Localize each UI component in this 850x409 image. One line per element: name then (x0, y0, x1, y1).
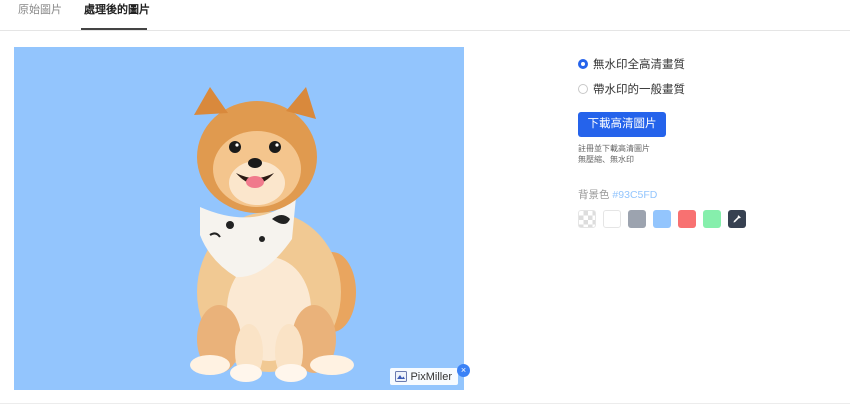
eyedropper-icon (733, 215, 741, 223)
background-hex-value: #93C5FD (612, 189, 658, 201)
download-note-line1: 註冊並下載高清圖片 (578, 144, 650, 153)
remove-watermark-button[interactable]: × (457, 364, 470, 377)
download-note-line2: 無壓縮、無水印 (578, 155, 634, 164)
pixmiller-watermark: PixMiller (390, 368, 458, 385)
watermark-text: PixMiller (410, 370, 452, 383)
quality-option-label: 帶水印的一般畫質 (593, 84, 685, 96)
background-label-text: 背景色 (578, 189, 610, 201)
background-color-label: 背景色 #93C5FD (578, 187, 657, 202)
tab-original[interactable]: 原始圖片 (18, 3, 62, 17)
quality-option-hd[interactable]: 無水印全高清畫質 (578, 56, 685, 72)
download-note: 註冊並下載高清圖片 無壓縮、無水印 (578, 143, 650, 165)
swatch-custom-picker[interactable] (728, 210, 746, 228)
dog-image (190, 87, 356, 382)
pixmiller-logo-icon (395, 371, 408, 382)
quality-option-label: 無水印全高清畫質 (593, 59, 685, 71)
radio-selected-icon[interactable] (578, 59, 588, 69)
swatch-gray[interactable] (628, 210, 646, 228)
tab-bar: 原始圖片 處理後的圖片 (0, 0, 850, 31)
quality-option-standard[interactable]: 帶水印的一般畫質 (578, 81, 685, 97)
swatch-white[interactable] (603, 210, 621, 228)
tab-processed[interactable]: 處理後的圖片 (84, 3, 150, 17)
preview-canvas: PixMiller × (14, 47, 470, 390)
swatch-transparent[interactable] (578, 210, 596, 228)
divider (0, 403, 850, 404)
background-swatches (578, 210, 753, 228)
radio-unselected-icon[interactable] (578, 84, 588, 94)
swatch-red[interactable] (678, 210, 696, 228)
swatch-blue[interactable] (653, 210, 671, 228)
active-tab-indicator (81, 28, 147, 30)
download-hd-button[interactable]: 下載高清圖片 (578, 112, 666, 137)
swatch-green[interactable] (703, 210, 721, 228)
quality-options: 無水印全高清畫質 帶水印的一般畫質 (578, 56, 685, 97)
